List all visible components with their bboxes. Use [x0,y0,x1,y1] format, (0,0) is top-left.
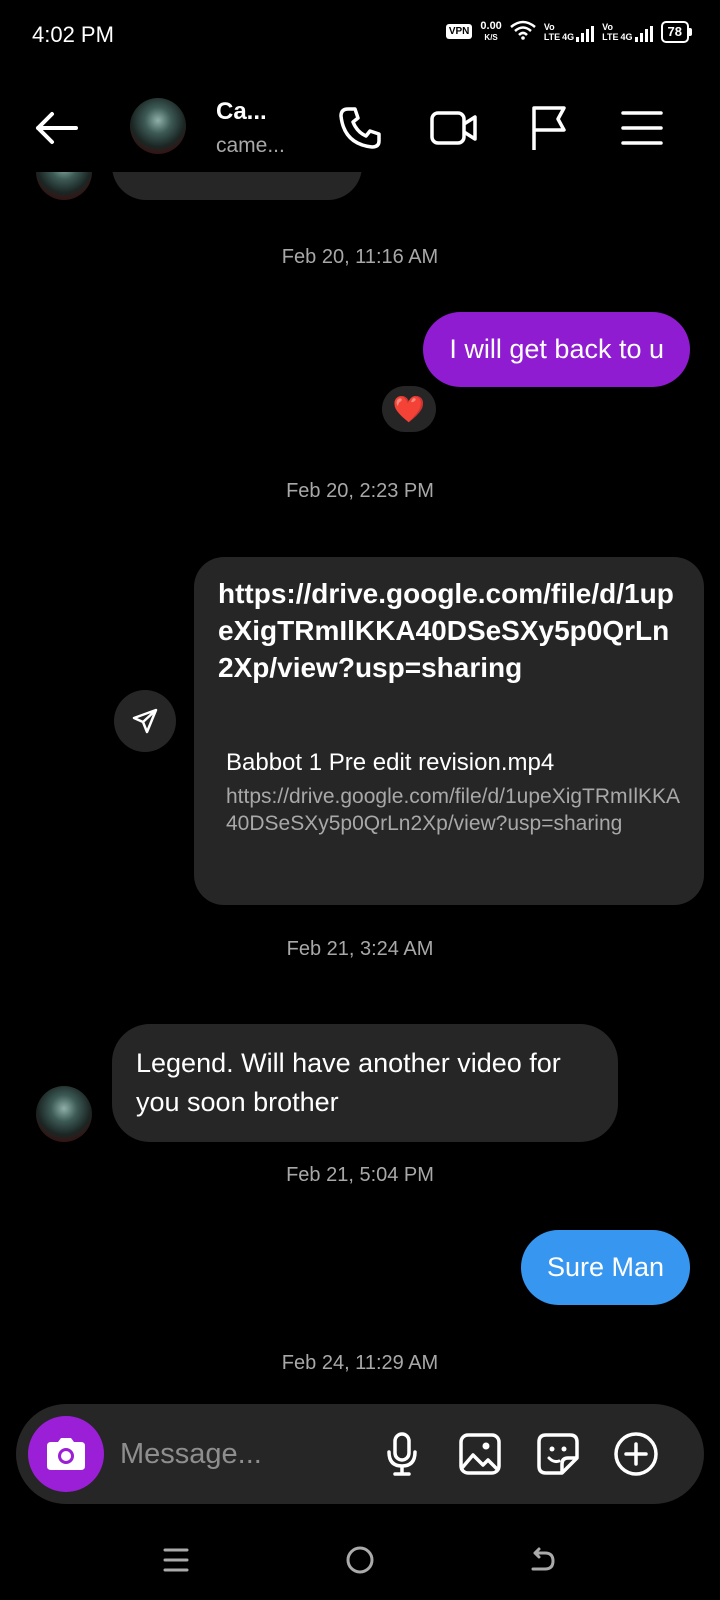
vpn-badge: VPN [445,24,473,39]
timestamp: Feb 21, 5:04 PM [286,1164,434,1186]
sim1-volte-bottom: LTE [543,31,561,42]
message-bubble-outgoing[interactable]: I will get back to u [423,312,690,387]
link-preview-url[interactable]: https://drive.google.com/file/d/1upeXigT… [226,783,682,837]
timestamp: Feb 21, 3:24 AM [286,938,434,960]
contact-name[interactable]: Ca... [216,98,267,126]
net-speed-unit: K/S [484,32,498,42]
menu-icon[interactable] [616,102,668,154]
camera-icon [47,1438,85,1470]
back-nav-icon[interactable] [520,1538,564,1582]
sender-avatar[interactable] [36,1086,92,1142]
message-bubble-incoming[interactable]: Legend. Will have another video for you … [112,1024,618,1142]
status-time: 4:02 PM [32,22,114,47]
status-indicators: VPN 0.00 K/S Vo LTE 4G Vo LTE 4G 78 [445,19,692,43]
message-input[interactable] [120,1434,390,1474]
add-icon[interactable] [612,1430,660,1478]
message-thread[interactable]: Feb 20, 11:16 AM I will get back to u ❤️… [0,172,720,1372]
battery-icon: 78 [660,20,692,43]
signal-bars-icon [634,25,653,42]
message-bubble-outgoing[interactable]: Sure Man [520,1230,690,1305]
sender-avatar[interactable] [36,172,92,200]
system-nav-bar [0,1520,720,1600]
sim1-type: 4G [562,31,575,42]
chat-header: Ca... came... [0,82,720,172]
message-bubble-incoming-partial[interactable] [112,172,362,200]
sticker-icon[interactable] [534,1430,582,1478]
status-bar: 4:02 PM VPN 0.00 K/S Vo LTE 4G Vo LTE 4G 7… [0,0,720,72]
sim2-volte-bottom: LTE [602,31,619,42]
signal-bars-icon [576,25,595,42]
camera-button[interactable] [28,1416,104,1492]
sim1-signal: Vo LTE 4G [543,21,595,42]
video-call-icon[interactable] [428,102,480,154]
timestamp: Feb 20, 2:23 PM [286,480,434,502]
message-composer [16,1404,704,1504]
net-speed: 0.00 K/S [480,19,502,43]
sim2-volte-top: Vo [602,21,614,32]
wifi-icon [510,20,536,43]
flag-icon[interactable] [522,102,574,154]
battery-level: 78 [660,20,689,43]
link-message-bubble[interactable]: https://drive.google.com/file/d/1upeXigT… [194,557,704,905]
microphone-icon[interactable] [378,1430,426,1478]
recent-apps-icon[interactable] [154,1538,198,1582]
timestamp: Feb 20, 11:16 AM [281,246,439,268]
share-icon[interactable] [114,690,176,752]
contact-avatar[interactable] [130,98,186,154]
home-icon[interactable] [338,1538,382,1582]
gallery-icon[interactable] [456,1430,504,1478]
net-speed-value: 0.00 [480,19,502,32]
link-url[interactable]: https://drive.google.com/file/d/1upeXigT… [218,575,680,686]
contact-username[interactable]: came... [216,134,285,158]
link-preview-title[interactable]: Babbot 1 Pre edit revision.mp4 [226,749,682,777]
sim2-type: 4G [620,31,633,42]
sim1-volte-top: Vo [543,21,555,32]
timestamp: Feb 24, 11:29 AM [281,1352,439,1372]
sim2-signal: Vo LTE 4G [602,21,653,42]
phone-call-icon[interactable] [334,102,386,154]
back-arrow-icon[interactable] [30,102,82,154]
heart-reaction-icon[interactable]: ❤️ [382,386,436,432]
